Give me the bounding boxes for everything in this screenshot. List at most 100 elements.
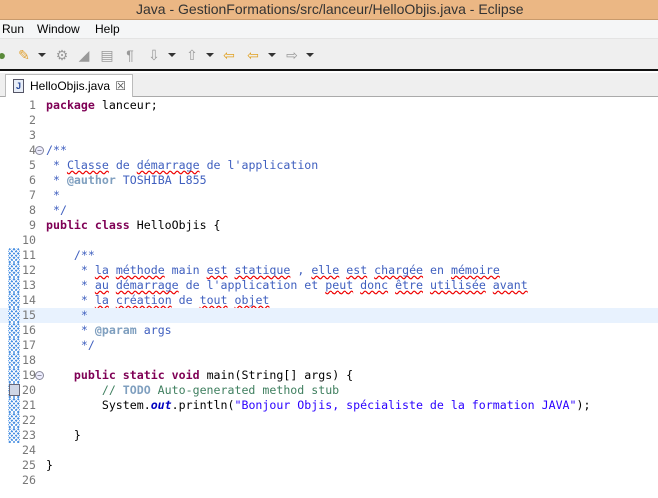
code-line[interactable]: 3 xyxy=(0,128,658,143)
code-text: * @author TOSHIBA L855 xyxy=(46,173,207,188)
code-token: } xyxy=(46,428,81,442)
code-token: "Bonjour Objis, spécialiste de la format… xyxy=(234,398,577,412)
code-line[interactable]: 2 xyxy=(0,113,658,128)
code-line[interactable]: 19− public static void main(String[] arg… xyxy=(0,368,658,383)
tab-label: HelloObjis.java xyxy=(30,79,111,93)
code-text: /** xyxy=(46,143,67,158)
code-token: en xyxy=(423,263,451,277)
code-text: */ xyxy=(46,203,67,218)
code-token: chargée xyxy=(374,263,424,277)
line-number: 8 xyxy=(29,203,36,217)
code-token: tout xyxy=(199,293,228,307)
code-line[interactable]: 17 */ xyxy=(0,338,658,353)
code-line[interactable]: 4−/** xyxy=(0,143,658,158)
toggle-mark-icon[interactable]: ▤ xyxy=(99,47,115,63)
code-line[interactable]: 10 xyxy=(0,233,658,248)
code-line[interactable]: 6 * @author TOSHIBA L855 xyxy=(0,173,658,188)
code-text: * Classe de démarrage de l'application xyxy=(46,158,318,173)
code-token: TOSHIBA L855 xyxy=(115,173,207,187)
code-line[interactable]: 21 System.out.println("Bonjour Objis, sp… xyxy=(0,398,658,413)
code-token: /** xyxy=(46,143,67,157)
code-line[interactable]: 25} xyxy=(0,458,658,473)
chevron-down-icon[interactable] xyxy=(306,53,314,57)
code-line[interactable]: 24 xyxy=(0,443,658,458)
show-whitespace-icon[interactable]: ¶ xyxy=(122,47,138,63)
code-token: @author xyxy=(66,173,116,187)
code-token: la xyxy=(94,263,109,277)
code-token: .println( xyxy=(171,398,235,412)
menu-run[interactable]: Run xyxy=(2,20,24,39)
last-edit-icon[interactable]: ⇦ xyxy=(221,47,237,63)
back-icon[interactable]: ⇦ xyxy=(245,47,261,63)
code-token: * xyxy=(46,308,88,322)
chevron-down-icon[interactable] xyxy=(38,53,46,57)
close-icon[interactable]: ☒ xyxy=(115,75,126,97)
tab-helloobjis-java[interactable]: J HelloObjis.java ☒ xyxy=(5,74,133,98)
code-line[interactable]: 7 * xyxy=(0,188,658,203)
code-editor[interactable]: 1 package lanceur; 2 3 4−/** 5 * Classe de dé… xyxy=(0,97,658,498)
line-number: 23 xyxy=(22,428,36,442)
line-number: 9 xyxy=(29,218,36,232)
menu-window[interactable]: Window xyxy=(37,20,80,39)
next-annotation-icon[interactable]: ⇩ xyxy=(146,47,162,63)
code-line[interactable]: 9 public class HelloObjis { xyxy=(0,218,658,233)
code-token: static xyxy=(122,368,165,382)
code-token: méthode xyxy=(115,263,165,277)
code-token: * xyxy=(46,263,95,277)
previous-annotation-icon[interactable]: ⇧ xyxy=(184,47,200,63)
code-token: */ xyxy=(46,203,67,217)
code-line[interactable]: 20 // TODO Auto-generated method stub xyxy=(0,383,658,398)
code-line[interactable]: 18 xyxy=(0,353,658,368)
line-number: 1 xyxy=(29,98,36,112)
code-token: la xyxy=(94,293,109,307)
code-line[interactable]: 11 /** xyxy=(0,248,658,263)
line-number: 19 xyxy=(22,368,36,382)
code-token: elle xyxy=(311,263,340,277)
fold-collapse-icon[interactable]: − xyxy=(35,146,44,155)
chevron-down-icon[interactable] xyxy=(206,53,214,57)
code-line[interactable]: 8 */ xyxy=(0,203,658,218)
java-file-icon: J xyxy=(13,79,24,93)
line-number: 14 xyxy=(22,293,36,307)
code-token: TODO xyxy=(122,383,151,397)
edit-icon[interactable]: ◢ xyxy=(76,47,92,63)
code-text: // TODO Auto-generated method stub xyxy=(46,383,339,398)
code-line[interactable]: 22 xyxy=(0,413,658,428)
code-line[interactable]: 16 * @param args xyxy=(0,323,658,338)
code-line[interactable]: 15 * xyxy=(0,308,658,323)
code-token: mémoire xyxy=(450,263,500,277)
code-token: package xyxy=(46,98,95,112)
code-text: * xyxy=(46,188,67,203)
code-token: * xyxy=(46,293,95,307)
line-number: 24 xyxy=(22,443,36,457)
code-line[interactable]: 13 * au démarrage de l'application et pe… xyxy=(0,278,658,293)
menu-help[interactable]: Help xyxy=(95,20,120,39)
code-line[interactable]: 23 } xyxy=(0,428,658,443)
debug-icon[interactable]: ● xyxy=(0,47,10,63)
run-external-icon[interactable]: ✎ xyxy=(16,47,32,63)
line-number: 13 xyxy=(22,278,36,292)
code-line[interactable]: 14 * la création de tout objet xyxy=(0,293,658,308)
code-line[interactable]: 5 * Classe de démarrage de l'application xyxy=(0,158,658,173)
code-token: main xyxy=(164,263,207,277)
fold-collapse-icon[interactable]: − xyxy=(35,371,44,380)
code-token: de l'application et xyxy=(178,278,326,292)
line-number: 12 xyxy=(22,263,36,277)
editor-tab-strip: J HelloObjis.java ☒ xyxy=(0,73,658,98)
code-token: donc xyxy=(360,278,389,292)
line-number: 16 xyxy=(22,323,36,337)
chevron-down-icon[interactable] xyxy=(268,53,276,57)
open-type-icon[interactable]: ⚙ xyxy=(54,47,70,63)
code-line[interactable]: 1 package lanceur; xyxy=(0,98,658,113)
code-line[interactable]: 26 xyxy=(0,473,658,488)
code-text: * la création de tout objet xyxy=(46,293,270,308)
forward-icon[interactable]: ⇨ xyxy=(284,47,300,63)
code-token: HelloObjis { xyxy=(129,218,221,232)
code-line[interactable]: 12 * la méthode main est statique , elle… xyxy=(0,263,658,278)
line-number: 3 xyxy=(29,128,36,142)
code-token: /** xyxy=(46,248,95,262)
chevron-down-icon[interactable] xyxy=(168,53,176,57)
